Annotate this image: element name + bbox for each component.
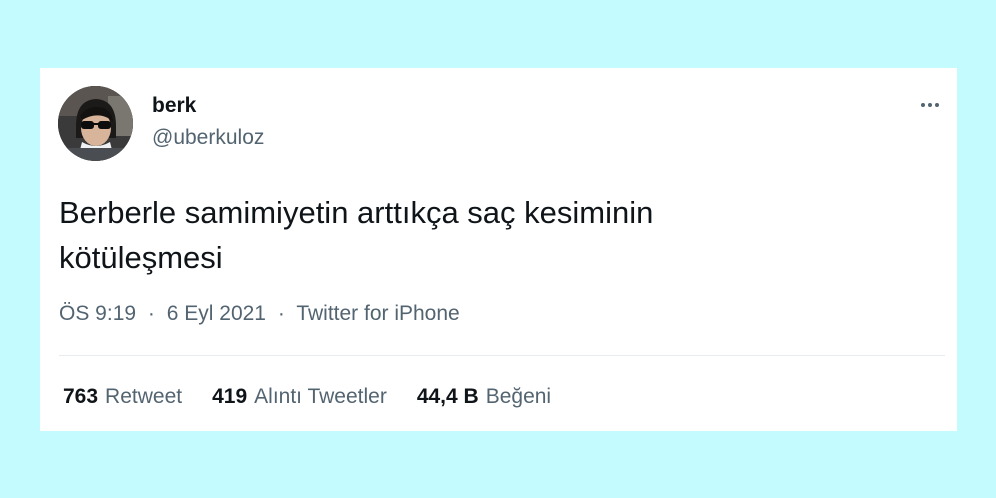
more-horizontal-icon	[928, 103, 932, 107]
author-handle[interactable]: @uberkuloz	[152, 125, 264, 151]
tweet-text-line: kötüleşmesi	[59, 240, 223, 275]
tweet-date[interactable]: 6 Eyl 2021	[167, 302, 266, 325]
quote-tweets-count: 419	[212, 385, 248, 408]
tweet-source[interactable]: Twitter for iPhone	[296, 302, 459, 325]
more-options-button[interactable]	[912, 93, 948, 117]
likes-label: Beğeni	[485, 385, 552, 408]
author-name[interactable]: berk	[152, 93, 196, 119]
retweets-count: 763	[63, 385, 99, 408]
likes-count: 44,4 B	[416, 385, 479, 408]
likes-stat[interactable]: 44,4 B Beğeni	[417, 384, 551, 410]
quote-tweets-stat[interactable]: 419 Alıntı Tweetler	[212, 384, 387, 410]
meta-separator: ·	[277, 302, 285, 325]
quote-tweets-label: Alıntı Tweetler	[254, 385, 387, 408]
retweets-stat[interactable]: 763 Retweet	[63, 384, 182, 410]
meta-separator: ·	[147, 302, 155, 325]
tweet-card: berk @uberkuloz Berberle samimiyetin art…	[40, 68, 957, 431]
tweet-time[interactable]: ÖS 9:19	[59, 302, 136, 325]
tweet-stats: 763 Retweet 419 Alıntı Tweetler 44,4 B Beğe…	[63, 384, 551, 410]
tweet-text-line: Berberle samimiyetin arttıkça saç kesimi…	[59, 195, 654, 230]
tweet-text: Berberle samimiyetin arttıkça saç kesimi…	[59, 190, 919, 280]
avatar[interactable]	[58, 86, 133, 161]
profile-photo-icon	[58, 86, 133, 161]
retweets-label: Retweet	[105, 385, 183, 408]
more-horizontal-icon	[935, 103, 939, 107]
tweet-metadata: ÖS 9:19 · 6 Eyl 2021 · Twitter for iPhon…	[59, 301, 460, 327]
divider	[59, 355, 945, 356]
more-horizontal-icon	[921, 103, 925, 107]
